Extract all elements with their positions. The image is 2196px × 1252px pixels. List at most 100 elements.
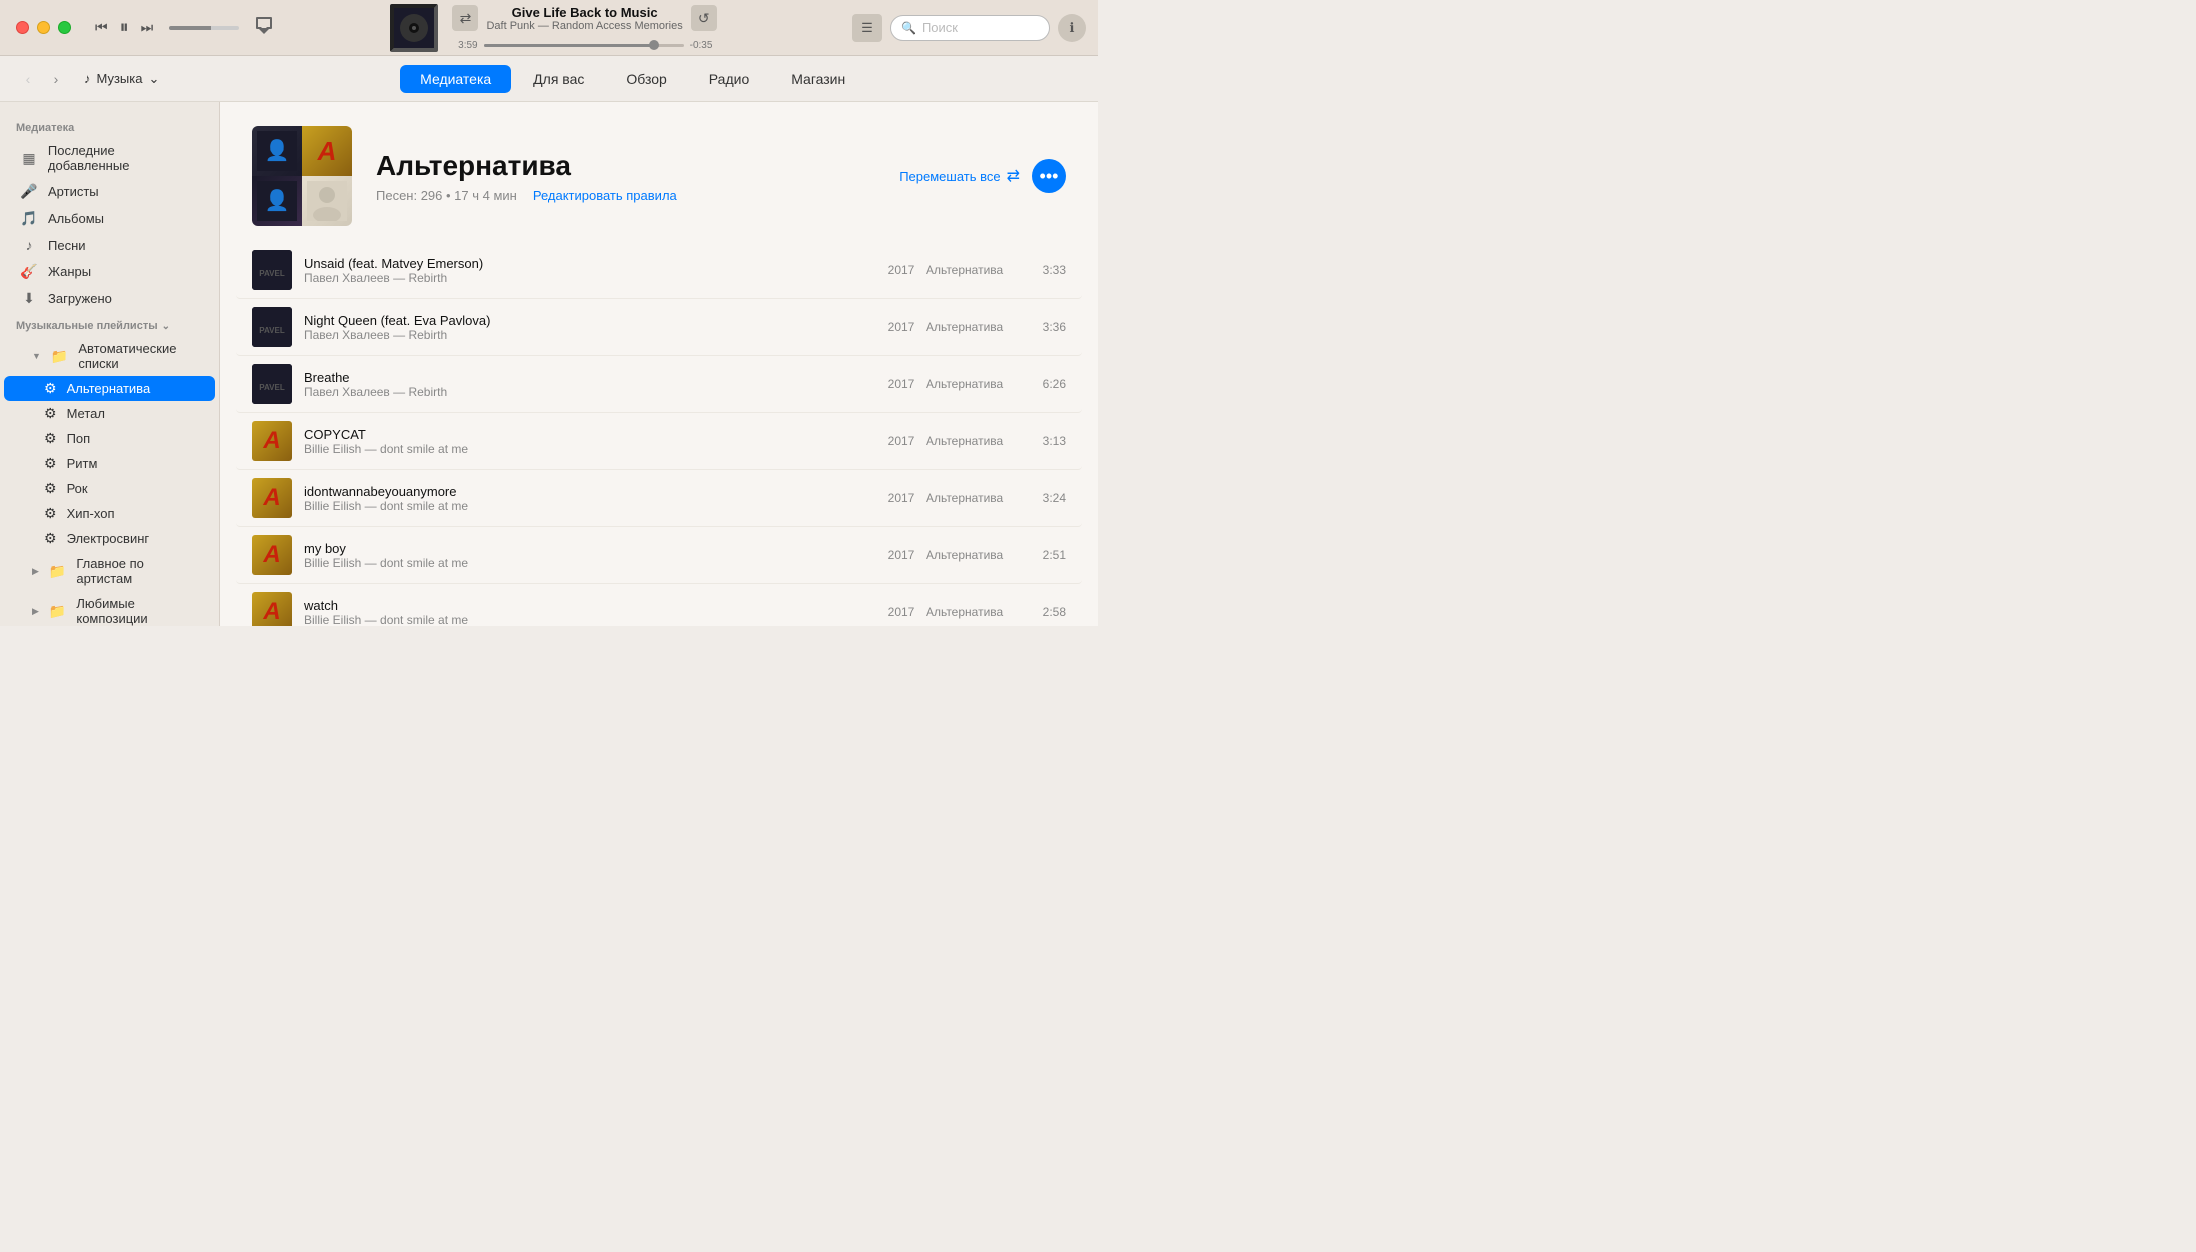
sidebar-item-label: Артисты	[48, 184, 99, 199]
song-year: 2017	[876, 605, 926, 619]
shuffle-all-button[interactable]: Перемешать все ⇄	[899, 166, 1020, 186]
table-row[interactable]: PAVEL Unsaid (feat. Matvey Emerson) Паве…	[236, 242, 1082, 299]
sidebar-item-label: Последние добавленные	[48, 143, 199, 173]
progress-bar[interactable]	[484, 44, 684, 47]
sidebar-item-electroswing[interactable]: ⚙ Электросвинг	[4, 526, 215, 551]
song-playlist: Альтернатива	[926, 605, 1026, 619]
chevron-down-icon: ⌄	[162, 321, 170, 332]
time-elapsed: 3:59	[450, 40, 478, 51]
forward-button[interactable]: ›	[44, 67, 68, 91]
track-info: ⇄ Give Life Back to Music Daft Punk — Ra…	[438, 5, 732, 51]
tab-store[interactable]: Магазин	[771, 65, 865, 93]
time-remaining: -0:35	[690, 40, 720, 51]
playlist-header: 👤 A 👤	[220, 102, 1098, 242]
search-icon: 🔍	[901, 21, 916, 35]
song-artist: Billie Eilish — dont smile at me	[304, 442, 876, 456]
song-details: my boy Billie Eilish — dont smile at me	[304, 541, 876, 570]
svg-text:PAVEL: PAVEL	[259, 383, 285, 392]
song-details: watch Billie Eilish — dont smile at me	[304, 598, 876, 627]
playlists-section-label[interactable]: Музыкальные плейлисты ⌄	[0, 312, 219, 336]
song-details: idontwannabeyouanymore Billie Eilish — d…	[304, 484, 876, 513]
playlist-label: Рок	[67, 481, 88, 496]
albums-icon: 🎵	[20, 210, 38, 227]
playlist-label: Электросвинг	[67, 531, 150, 546]
sidebar-item-downloaded[interactable]: ⬇ Загружено	[4, 285, 215, 312]
playlist-title: Альтернатива	[376, 150, 875, 182]
sidebar-item-songs[interactable]: ♪ Песни	[4, 232, 215, 258]
sidebar-item-pop[interactable]: ⚙ Поп	[4, 426, 215, 451]
fastforward-button[interactable]: ⏭	[141, 19, 154, 36]
table-row[interactable]: A idontwannabeyouanymore Billie Eilish —…	[236, 470, 1082, 527]
table-row[interactable]: PAVEL Breathe Павел Хвалеев — Rebirth 20…	[236, 356, 1082, 413]
tab-library[interactable]: Медиатека	[400, 65, 511, 93]
minimize-button[interactable]	[37, 21, 50, 34]
svg-text:👤: 👤	[265, 138, 290, 162]
download-icon: ⬇	[20, 290, 38, 307]
back-button[interactable]: ‹	[16, 67, 40, 91]
sidebar-item-rhythm[interactable]: ⚙ Ритм	[4, 451, 215, 476]
gear-icon: ⚙	[44, 480, 57, 497]
song-art: PAVEL	[252, 307, 292, 347]
song-artist: Billie Eilish — dont smile at me	[304, 499, 876, 513]
traffic-lights	[0, 21, 87, 34]
gear-icon: ⚙	[44, 530, 57, 547]
fullscreen-button[interactable]	[58, 21, 71, 34]
rewind-button[interactable]: ⏮	[95, 19, 108, 36]
content-area: 👤 A 👤	[220, 102, 1098, 626]
table-row[interactable]: PAVEL Night Queen (feat. Eva Pavlova) Па…	[236, 299, 1082, 356]
list-view-button[interactable]: ☰	[852, 14, 882, 42]
edit-rules-link[interactable]: Редактировать правила	[533, 188, 677, 203]
song-duration: 3:24	[1026, 491, 1066, 505]
volume-slider[interactable]	[169, 26, 239, 30]
playlist-art: 👤 A 👤	[252, 126, 352, 226]
song-duration: 2:51	[1026, 548, 1066, 562]
playlist-meta: Песен: 296 • 17 ч 4 мин Редактировать пр…	[376, 188, 875, 203]
song-playlist: Альтернатива	[926, 320, 1026, 334]
song-name: COPYCAT	[304, 427, 876, 442]
sidebar-item-artists[interactable]: 🎤 Артисты	[4, 178, 215, 205]
sidebar-item-recent[interactable]: ▦ Последние добавленные	[4, 138, 215, 178]
library-section-label: Медиатека	[0, 114, 219, 138]
playlist-label: Ритм	[67, 456, 98, 471]
titlebar: ⏮ ⏸ ⏭ ⇄ Give	[0, 0, 1098, 56]
sidebar-item-albums[interactable]: 🎵 Альбомы	[4, 205, 215, 232]
table-row[interactable]: A COPYCAT Billie Eilish — dont smile at …	[236, 413, 1082, 470]
notification-button[interactable]: ℹ	[1058, 14, 1086, 42]
song-artist: Billie Eilish — dont smile at me	[304, 613, 876, 627]
music-selector[interactable]: ♪ Музыка ⌄	[84, 71, 159, 87]
table-row[interactable]: A watch Billie Eilish — dont smile at me…	[236, 584, 1082, 626]
more-options-button[interactable]: •••	[1032, 159, 1066, 193]
shuffle-button[interactable]: ⇄	[452, 5, 478, 31]
pause-button[interactable]: ⏸	[120, 17, 129, 38]
sidebar-item-genres[interactable]: 🎸 Жанры	[4, 258, 215, 285]
artists-icon: 🎤	[20, 183, 38, 200]
sidebar-item-hiphop[interactable]: ⚙ Хип-хоп	[4, 501, 215, 526]
music-note-icon: ♪	[84, 71, 91, 86]
svg-text:PAVEL: PAVEL	[259, 326, 285, 335]
tab-browse[interactable]: Обзор	[606, 65, 686, 93]
gear-icon: ⚙	[44, 505, 57, 522]
song-art: A	[252, 592, 292, 626]
table-row[interactable]: A my boy Billie Eilish — dont smile at m…	[236, 527, 1082, 584]
tab-for-you[interactable]: Для вас	[513, 65, 604, 93]
airplay-button[interactable]	[255, 16, 273, 39]
sidebar-item-alternativa[interactable]: ⚙ Альтернатива	[4, 376, 215, 401]
sidebar-folder-by-artists[interactable]: ▶ 📁 Главное по артистам	[4, 551, 215, 591]
repeat-button[interactable]: ↺	[691, 5, 717, 31]
song-year: 2017	[876, 320, 926, 334]
song-playlist: Альтернатива	[926, 377, 1026, 391]
search-box[interactable]: 🔍 Поиск	[890, 15, 1050, 41]
sidebar-folder-auto-lists[interactable]: ▼ 📁 Автоматические списки	[4, 336, 215, 376]
triangle-right-icon: ▶	[32, 606, 39, 617]
sidebar-folder-favorites[interactable]: ▶ 📁 Любимые композиции	[4, 591, 215, 626]
shuffle-all-label: Перемешать все	[899, 169, 1000, 184]
gear-icon: ⚙	[44, 430, 57, 447]
tab-radio[interactable]: Радио	[689, 65, 769, 93]
sidebar-item-metal[interactable]: ⚙ Метал	[4, 401, 215, 426]
song-art: A	[252, 421, 292, 461]
song-name: idontwannabeyouanymore	[304, 484, 876, 499]
folder-icon: 📁	[49, 603, 66, 620]
close-button[interactable]	[16, 21, 29, 34]
sidebar-item-rock[interactable]: ⚙ Рок	[4, 476, 215, 501]
nav-tabs: Медиатека Для вас Обзор Радио Магазин	[183, 65, 1082, 93]
